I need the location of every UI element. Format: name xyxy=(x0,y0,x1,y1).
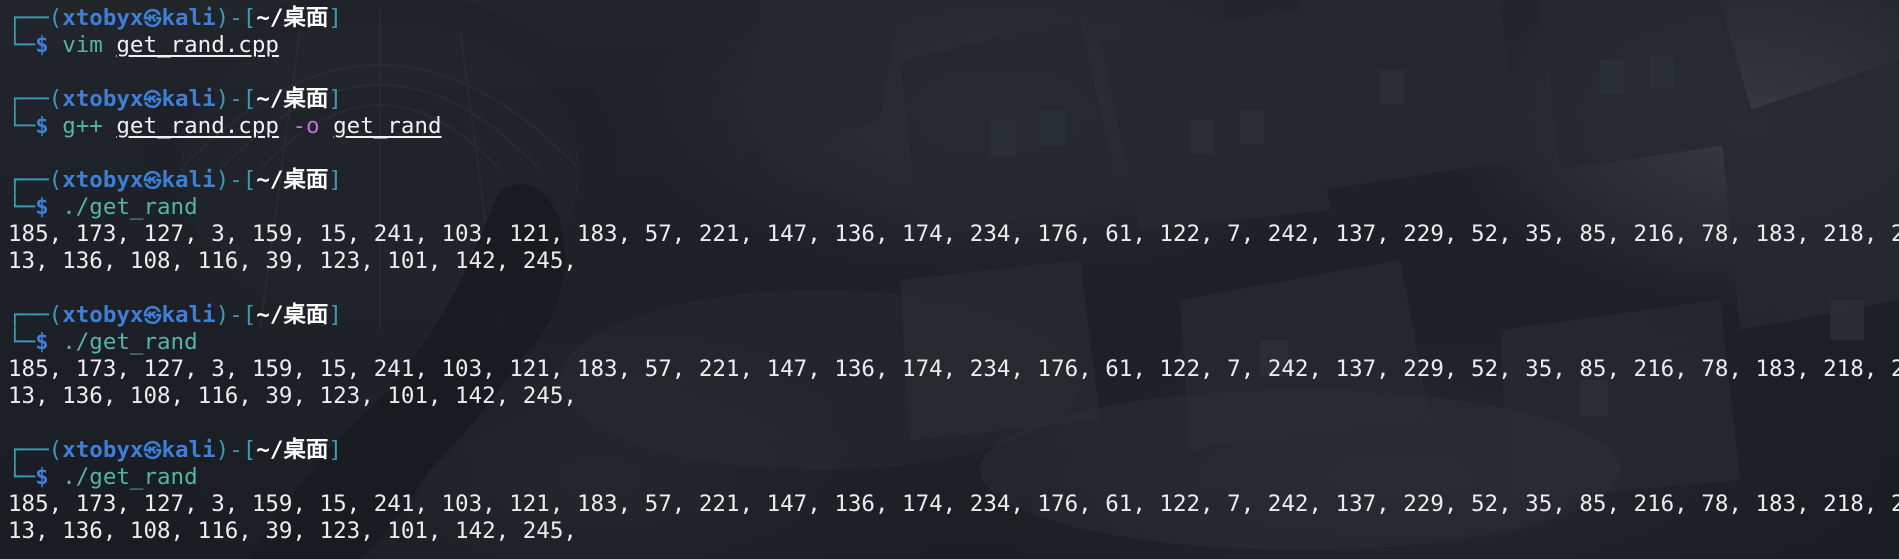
output-line: 185, 173, 127, 3, 159, 15, 241, 103, 121… xyxy=(8,221,1899,247)
prompt-host: kali xyxy=(161,5,216,31)
prompt-header-line: ┌──(xtobyx㉿kali)-[~/桌面] xyxy=(8,86,1899,113)
prompt-user: xtobyx xyxy=(62,167,144,193)
prompt-frame: )-[ xyxy=(215,86,257,112)
prompt-sign: $ xyxy=(35,32,49,58)
kali-at-icon: ㉿ xyxy=(143,9,162,30)
prompt-frame: └─ xyxy=(8,32,36,58)
prompt-frame: )-[ xyxy=(215,167,257,193)
prompt-frame: └─ xyxy=(8,194,36,220)
prompt-sign: $ xyxy=(35,464,49,490)
command-line[interactable]: └─$ ./get_rand xyxy=(8,329,1899,356)
output-line: 13, 136, 108, 116, 39, 123, 101, 142, 24… xyxy=(8,248,577,274)
prompt-user: xtobyx xyxy=(62,302,144,328)
prompt-host: kali xyxy=(161,167,216,193)
terminal-output[interactable]: ┌──(xtobyx㉿kali)-[~/桌面] └─$ vim get_rand.… xyxy=(0,0,1899,545)
command-name: ./get_rand xyxy=(62,194,198,220)
prompt-frame: ] xyxy=(328,5,342,31)
command-line[interactable]: └─$ g++ get_rand.cpp -o get_rand xyxy=(8,113,1899,140)
prompt-frame: ┌──( xyxy=(8,302,63,328)
prompt-header-line: ┌──(xtobyx㉿kali)-[~/桌面] xyxy=(8,437,1899,464)
command-path-arg: get_rand xyxy=(333,113,442,139)
prompt-host: kali xyxy=(161,437,216,463)
prompt-frame: └─ xyxy=(8,329,36,355)
prompt-frame: ] xyxy=(328,86,342,112)
command-name: vim xyxy=(62,32,103,58)
command-path-arg: get_rand.cpp xyxy=(116,113,279,139)
prompt-cwd: ~/桌面 xyxy=(256,302,329,328)
kali-at-icon: ㉿ xyxy=(143,171,162,192)
kali-at-icon: ㉿ xyxy=(143,90,162,111)
command-name: ./get_rand xyxy=(62,329,198,355)
prompt-header-line: ┌──(xtobyx㉿kali)-[~/桌面] xyxy=(8,5,1899,32)
prompt-host: kali xyxy=(161,86,216,112)
prompt-sign: $ xyxy=(35,329,49,355)
output-line: 13, 136, 108, 116, 39, 123, 101, 142, 24… xyxy=(8,383,577,409)
prompt-frame: ┌──( xyxy=(8,167,63,193)
command-name: ./get_rand xyxy=(62,464,198,490)
command-line[interactable]: └─$ ./get_rand xyxy=(8,464,1899,491)
kali-at-icon: ㉿ xyxy=(143,441,162,462)
kali-at-icon: ㉿ xyxy=(143,306,162,327)
prompt-frame: ┌──( xyxy=(8,5,63,31)
command-path-arg: get_rand.cpp xyxy=(116,32,279,58)
prompt-cwd: ~/桌面 xyxy=(256,5,329,31)
prompt-cwd: ~/桌面 xyxy=(256,437,329,463)
output-line: 185, 173, 127, 3, 159, 15, 241, 103, 121… xyxy=(8,491,1899,517)
output-line: 13, 136, 108, 116, 39, 123, 101, 142, 24… xyxy=(8,518,577,544)
prompt-cwd: ~/桌面 xyxy=(256,86,329,112)
prompt-frame: └─ xyxy=(8,113,36,139)
command-name: g++ xyxy=(62,113,103,139)
prompt-header-line: ┌──(xtobyx㉿kali)-[~/桌面] xyxy=(8,167,1899,194)
prompt-frame: ┌──( xyxy=(8,437,63,463)
prompt-host: kali xyxy=(161,302,216,328)
prompt-cwd: ~/桌面 xyxy=(256,167,329,193)
prompt-frame: ] xyxy=(328,437,342,463)
prompt-sign: $ xyxy=(35,113,49,139)
prompt-header-line: ┌──(xtobyx㉿kali)-[~/桌面] xyxy=(8,302,1899,329)
prompt-frame: )-[ xyxy=(215,302,257,328)
prompt-sign: $ xyxy=(35,194,49,220)
prompt-frame: ] xyxy=(328,302,342,328)
prompt-user: xtobyx xyxy=(62,86,144,112)
prompt-frame: └─ xyxy=(8,464,36,490)
prompt-frame: ┌──( xyxy=(8,86,63,112)
command-line[interactable]: └─$ vim get_rand.cpp xyxy=(8,32,1899,59)
prompt-user: xtobyx xyxy=(62,5,144,31)
prompt-frame: ] xyxy=(328,167,342,193)
prompt-frame: )-[ xyxy=(215,437,257,463)
command-line[interactable]: └─$ ./get_rand xyxy=(8,194,1899,221)
prompt-frame: )-[ xyxy=(215,5,257,31)
output-line: 185, 173, 127, 3, 159, 15, 241, 103, 121… xyxy=(8,356,1899,382)
prompt-user: xtobyx xyxy=(62,437,144,463)
command-flag: -o xyxy=(292,113,320,139)
